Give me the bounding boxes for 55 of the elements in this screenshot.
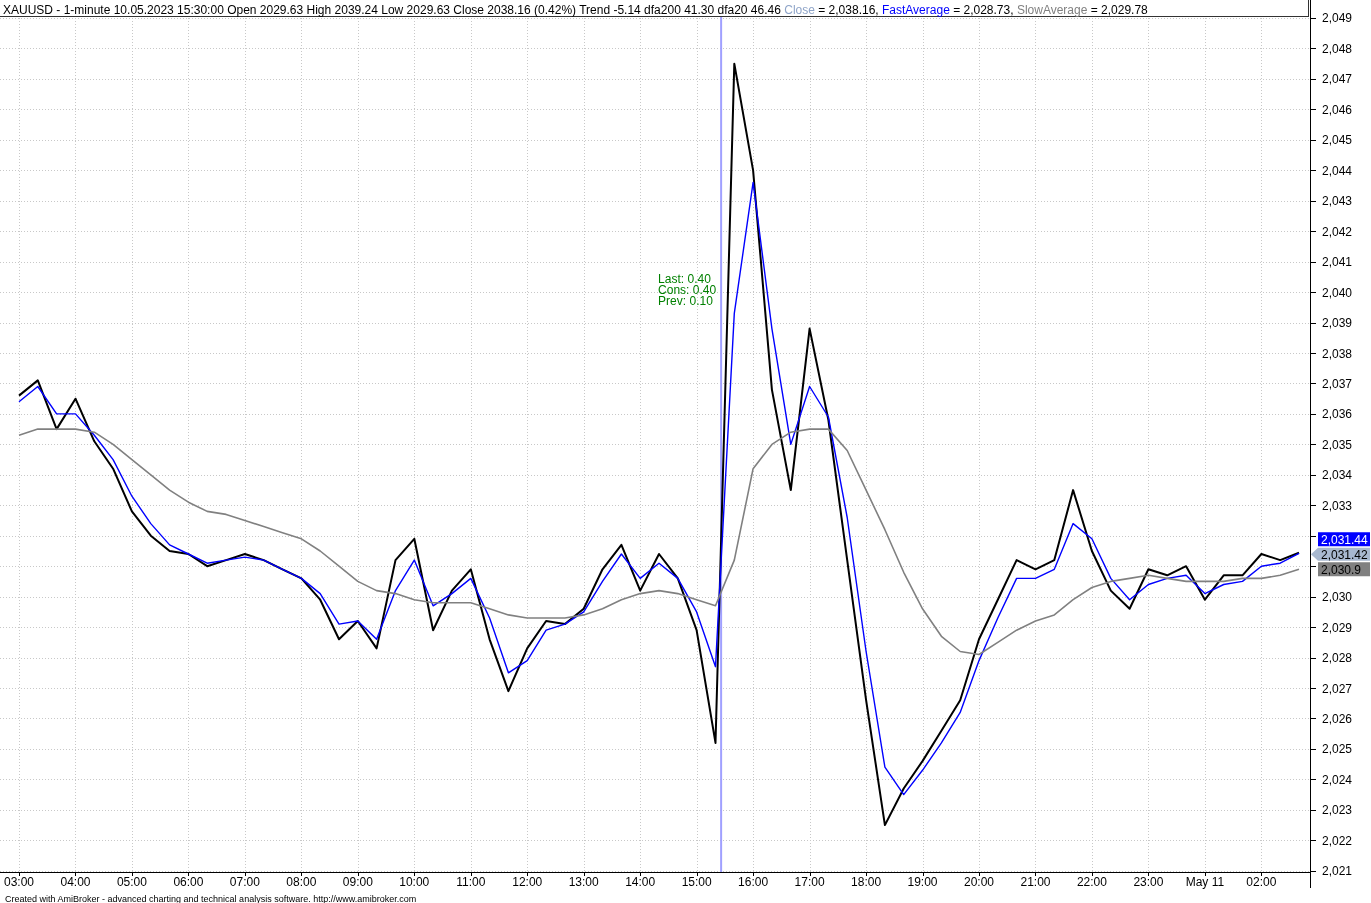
price-axis-label: 2,048 [1322,41,1353,56]
time-axis-label: 19:00 [907,875,938,889]
price-axis-label: 2,040 [1322,285,1353,300]
time-axis-label: 03:00 [4,875,34,889]
price-tag: 2,031.42 [1311,547,1370,562]
price-axis-label: 2,022 [1322,833,1353,848]
price-axis-label: 2,046 [1322,102,1353,117]
time-axis-label: 18:00 [851,875,882,889]
price-axis-label: 2,038 [1322,346,1353,361]
price-axis-label: 2,042 [1322,224,1353,239]
price-axis-label: 2,028 [1322,651,1353,666]
price-axis-label: 2,021 [1322,864,1353,879]
time-axis-label: 23:00 [1133,875,1164,889]
time-axis-label: 14:00 [625,875,656,889]
price-axis-label: 2,037 [1322,376,1353,391]
price-tag: 2,030.9 [1318,562,1370,577]
time-axis-label: 04:00 [60,875,91,889]
price-axis-label: 2,045 [1322,133,1353,148]
price-axis-label: 2,025 [1322,742,1353,757]
price-axis-label: 2,047 [1322,72,1353,87]
price-axis-label: 2,039 [1322,316,1353,331]
time-axis-label: 17:00 [794,875,825,889]
price-axis-label: 2,033 [1322,498,1353,513]
time-axis-label: 21:00 [1020,875,1051,889]
time-axis-label: May 11 [1185,875,1225,889]
price-axis-label: 2,049 [1322,11,1353,26]
time-axis-label: 13:00 [568,875,599,889]
price-axis-label: 2,041 [1322,255,1353,270]
price-axis-label: 2,023 [1322,803,1353,818]
time-axis-label: 08:00 [286,875,317,889]
time-axis-label: 06:00 [173,875,204,889]
price-axis-label: 2,043 [1322,194,1353,209]
time-axis-label: 02:00 [1246,875,1277,889]
price-axis-label: 2,030 [1322,590,1353,605]
time-axis-label: 09:00 [342,875,373,889]
time-axis-label: 10:00 [399,875,430,889]
chart-title: XAUUSD - 1-minute 10.05.2023 15:30:00 Open 2029.63 High 2039.24 Low 2029.63 Close 2038.16 (0.42%) Trend -5.14 dfa200 41.30 dfa20 46.46 Close = 2,038.16, FastAverage = 2,028.73, SlowAverage = 2,029.78 [2,2,1148,18]
footer-note: Created with AmiBroker - advanced charting and technical analysis software. http://www.amibroker.com [5,894,417,903]
price-axis-label: 2,035 [1322,437,1353,452]
time-axis-label: 22:00 [1076,875,1107,889]
time-axis-label: 20:00 [964,875,994,889]
price-tag: 2,031.44 [1318,532,1370,547]
time-axis-label: 16:00 [738,875,769,889]
price-axis-label: 2,024 [1322,772,1353,787]
time-axis-label: 15:00 [681,875,712,889]
time-axis-label: 11:00 [456,875,486,889]
price-axis-label: 2,029 [1322,620,1353,635]
price-axis-label: 2,027 [1322,681,1353,696]
time-axis-label: 05:00 [116,875,147,889]
price-axis-label: 2,044 [1322,163,1353,178]
time-axis-label: 07:00 [229,875,260,889]
price-axis-label: 2,034 [1322,468,1353,483]
price-axis-label: 2,026 [1322,712,1353,726]
time-axis-label: 12:00 [512,875,543,889]
price-axis-label: 2,036 [1322,407,1353,422]
